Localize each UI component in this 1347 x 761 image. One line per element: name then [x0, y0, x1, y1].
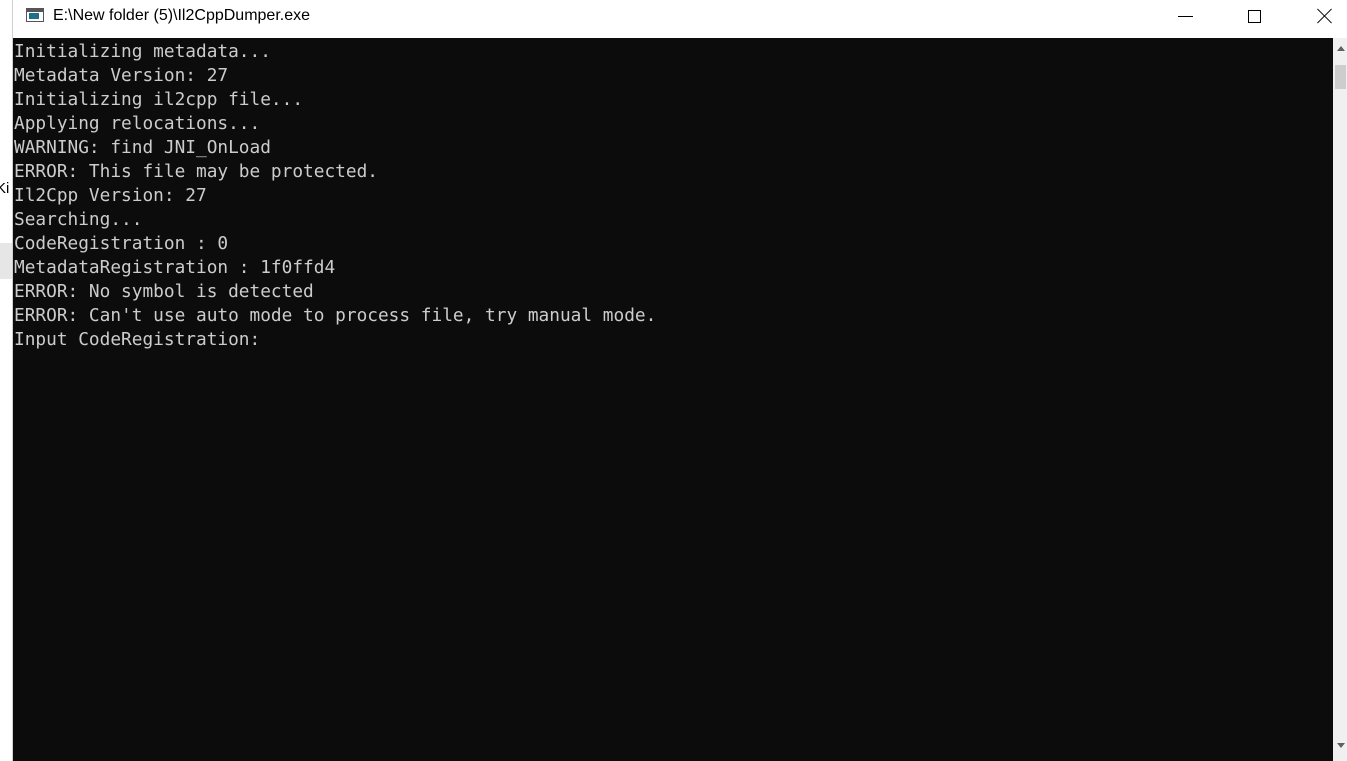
console-lines: Initializing metadata... Metadata Version… — [13, 38, 1333, 352]
console-window: E:\New folder (5)\Il2CppDumper.exe Initi… — [12, 0, 1347, 761]
console-line: Initializing il2cpp file... — [14, 89, 304, 110]
window-title: E:\New folder (5)\Il2CppDumper.exe — [53, 7, 310, 24]
maximize-icon — [1247, 9, 1261, 23]
console-line: ERROR: This file may be protected. — [14, 161, 378, 182]
console-line: ERROR: No symbol is detected — [14, 281, 314, 302]
background-strip — [0, 243, 12, 279]
vertical-scrollbar[interactable] — [1333, 38, 1347, 761]
console-app-icon[interactable] — [26, 8, 44, 22]
app-icon-screen — [29, 13, 39, 19]
close-button[interactable] — [1302, 0, 1347, 32]
console-line: Searching... — [14, 209, 143, 230]
console-line: CodeRegistration : 0 — [14, 233, 229, 254]
scroll-down-button[interactable] — [1333, 737, 1347, 754]
console-line: Metadata Version: 27 — [14, 65, 229, 86]
scroll-up-button[interactable] — [1333, 40, 1347, 57]
console-line: ERROR: Can't use auto mode to process fi… — [14, 305, 657, 326]
scroll-down-arrow-icon — [1336, 743, 1345, 748]
console-line: Applying relocations... — [14, 113, 261, 134]
title-bar[interactable]: E:\New folder (5)\Il2CppDumper.exe — [13, 0, 1347, 38]
console-line: MetadataRegistration : 1f0ffd4 — [14, 257, 336, 278]
close-icon — [1317, 8, 1333, 24]
background-partial-text: Ki — [0, 180, 10, 197]
console-output[interactable]: Initializing metadata... Metadata Version… — [13, 38, 1333, 761]
console-line: Initializing metadata... — [14, 41, 271, 62]
minimize-icon — [1177, 15, 1193, 17]
scroll-up-arrow-icon — [1336, 46, 1345, 51]
minimize-button[interactable] — [1162, 0, 1208, 32]
background-window: Ki — [0, 0, 12, 761]
console-line: WARNING: find JNI_OnLoad — [14, 137, 271, 158]
app-icon-bar — [27, 9, 43, 12]
console-line: Il2Cpp Version: 27 — [14, 185, 207, 206]
scroll-thumb[interactable] — [1335, 65, 1346, 89]
maximize-button[interactable] — [1231, 0, 1277, 32]
console-line: Input CodeRegistration: — [14, 329, 261, 350]
